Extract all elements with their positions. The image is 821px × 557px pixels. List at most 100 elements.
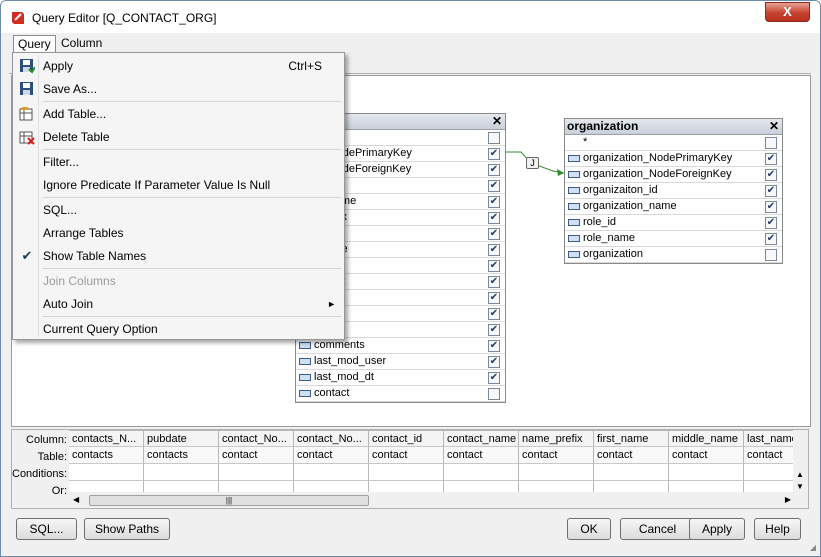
menu-item-save-as[interactable]: Save As...	[15, 78, 342, 100]
grid-cell-condition[interactable]	[744, 464, 795, 481]
field-checkbox[interactable]	[488, 212, 500, 224]
field-checkbox[interactable]	[488, 372, 500, 384]
grid-column[interactable]: middle_name contact	[669, 430, 744, 492]
field-checkbox[interactable]	[488, 388, 500, 400]
grid-cell-or[interactable]	[219, 481, 294, 492]
menu-item-ignore-predicate[interactable]: Ignore Predicate If Parameter Value Is N…	[15, 174, 342, 196]
window-close-button[interactable]: X	[765, 2, 810, 22]
menu-item-sql[interactable]: SQL...	[15, 199, 342, 221]
scroll-down-icon[interactable]: ▼	[796, 482, 804, 491]
field-row[interactable]: organizaiton_id	[565, 183, 782, 199]
field-row[interactable]: comments	[296, 338, 505, 354]
field-row[interactable]: organization_NodePrimaryKey	[565, 151, 782, 167]
field-checkbox[interactable]	[488, 356, 500, 368]
field-row[interactable]: role_name	[565, 231, 782, 247]
grid-cell-or[interactable]	[594, 481, 669, 492]
menu-item-show-table-names[interactable]: ✔ Show Table Names	[15, 245, 342, 267]
grid-cell-or[interactable]	[69, 481, 144, 492]
resize-grip-icon[interactable]: ◢	[810, 543, 816, 552]
grid-cell-table[interactable]: contact	[519, 447, 594, 464]
grid-cell-table[interactable]: contact	[594, 447, 669, 464]
field-row[interactable]: last_mod_user	[296, 354, 505, 370]
menu-item-auto-join[interactable]: Auto Join ►	[15, 293, 342, 315]
menu-column[interactable]: Column	[57, 35, 106, 52]
field-row[interactable]: last_mod_dt	[296, 370, 505, 386]
menu-item-arrange-tables[interactable]: Arrange Tables	[15, 222, 342, 244]
grid-cell-table[interactable]: contact	[669, 447, 744, 464]
menu-item-delete-table[interactable]: Delete Table	[15, 126, 342, 148]
field-checkbox[interactable]	[488, 292, 500, 304]
grid-column[interactable]: contact_name contact	[444, 430, 519, 492]
grid-cell-condition[interactable]	[144, 464, 219, 481]
grid-cell-table[interactable]: contact	[744, 447, 795, 464]
grid-cell-or[interactable]	[744, 481, 795, 492]
sql-button[interactable]: SQL...	[16, 518, 77, 540]
grid-cell-table[interactable]: contacts	[69, 447, 144, 464]
grid-cell-or[interactable]	[519, 481, 594, 492]
grid-column[interactable]: name_prefix contact	[519, 430, 594, 492]
table-organization[interactable]: organization ✕ * organization_NodePrimary…	[564, 118, 783, 264]
grid-cell-or[interactable]	[444, 481, 519, 492]
apply-button[interactable]: Apply	[689, 518, 745, 540]
grid-vertical-scrollbar[interactable]: ▲ ▼	[793, 430, 808, 492]
field-checkbox[interactable]	[765, 233, 777, 245]
grid-cell-column[interactable]: contact_No...	[294, 430, 369, 447]
field-row[interactable]: organization_name	[565, 199, 782, 215]
grid-cell-or[interactable]	[369, 481, 444, 492]
scroll-left-icon[interactable]: ◀	[73, 495, 79, 504]
grid-cell-or[interactable]	[294, 481, 369, 492]
grid-cell-column[interactable]: first_name	[594, 430, 669, 447]
grid-cell-column[interactable]: contact_name	[444, 430, 519, 447]
field-checkbox[interactable]	[765, 185, 777, 197]
menu-item-current-query-option[interactable]: Current Query Option	[15, 318, 342, 340]
grid-cell-table[interactable]: contact	[444, 447, 519, 464]
grid-cell-or[interactable]	[669, 481, 744, 492]
scroll-up-icon[interactable]: ▲	[796, 470, 804, 479]
grid-cell-column[interactable]: contact_id	[369, 430, 444, 447]
field-checkbox[interactable]	[488, 196, 500, 208]
join-badge[interactable]: J	[526, 157, 539, 169]
menu-item-add-table[interactable]: Add Table...	[15, 103, 342, 125]
field-checkbox[interactable]	[488, 132, 500, 144]
grid-cell-condition[interactable]	[519, 464, 594, 481]
grid-cell-column[interactable]: contacts_N...	[69, 430, 144, 447]
grid-cell-table[interactable]: contact	[219, 447, 294, 464]
field-checkbox[interactable]	[765, 201, 777, 213]
grid-cell-condition[interactable]	[444, 464, 519, 481]
field-row[interactable]: organization	[565, 247, 782, 263]
table-close-icon[interactable]: ✕	[492, 114, 502, 129]
field-checkbox[interactable]	[765, 169, 777, 181]
field-checkbox[interactable]	[488, 308, 500, 320]
field-checkbox[interactable]	[765, 249, 777, 261]
field-checkbox[interactable]	[488, 276, 500, 288]
field-checkbox[interactable]	[488, 260, 500, 272]
grid-cell-condition[interactable]	[219, 464, 294, 481]
grid-cell-column[interactable]: middle_name	[669, 430, 744, 447]
table-close-icon[interactable]: ✕	[769, 119, 779, 134]
menu-query[interactable]: Query	[13, 35, 56, 52]
grid-column[interactable]: pubdate contacts	[144, 430, 219, 492]
field-checkbox[interactable]	[488, 148, 500, 160]
grid-cell-condition[interactable]	[294, 464, 369, 481]
grid-cell-or[interactable]	[144, 481, 219, 492]
grid-column[interactable]: last_name contact	[744, 430, 795, 492]
grid-cell-condition[interactable]	[594, 464, 669, 481]
field-row[interactable]: *	[565, 135, 782, 151]
help-button[interactable]: Help	[754, 518, 801, 540]
field-checkbox[interactable]	[488, 340, 500, 352]
grid-cell-table[interactable]: contacts	[144, 447, 219, 464]
ok-button[interactable]: OK	[567, 518, 611, 540]
grid-cell-table[interactable]: contact	[294, 447, 369, 464]
grid-cell-condition[interactable]	[369, 464, 444, 481]
field-row[interactable]: role_id	[565, 215, 782, 231]
grid-column[interactable]: contact_id contact	[369, 430, 444, 492]
grid-cell-condition[interactable]	[69, 464, 144, 481]
grid-cell-column[interactable]: last_name	[744, 430, 795, 447]
grid-cell-table[interactable]: contact	[369, 447, 444, 464]
grid-column[interactable]: contact_No... contact	[294, 430, 369, 492]
grid-column[interactable]: contacts_N... contacts	[69, 430, 144, 492]
grid-column[interactable]: contact_No... contact	[219, 430, 294, 492]
field-row[interactable]: contact	[296, 386, 505, 402]
field-checkbox[interactable]	[765, 153, 777, 165]
grid-horizontal-scrollbar[interactable]: ◀ ||| ▶	[69, 493, 795, 508]
